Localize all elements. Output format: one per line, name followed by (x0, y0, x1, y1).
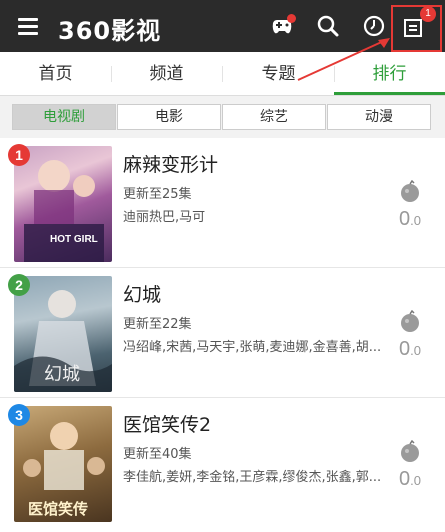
score: 0.0 (399, 208, 421, 230)
poster-caption: 医馆笑传 (28, 500, 89, 518)
score: 0.0 (399, 338, 421, 360)
subtab-tv[interactable]: 电视剧 (12, 104, 116, 130)
active-tab-indicator (334, 92, 445, 95)
rank-badge: 2 (8, 274, 30, 296)
cast-list: 迪丽热巴,马可 (123, 210, 206, 225)
subtab-movie[interactable]: 电影 (117, 104, 221, 130)
cast-list: 冯绍峰,宋茜,马天宇,张萌,麦迪娜,金喜善,胡... (123, 340, 382, 355)
menu-icon[interactable] (18, 15, 40, 37)
rank-badge: 3 (8, 404, 30, 426)
notification-dot (287, 14, 296, 23)
show-title[interactable]: 幻城 (123, 280, 161, 307)
poster-caption: 幻城 (44, 364, 80, 385)
app-bar: 360影视 1 (0, 0, 445, 52)
subtab-variety[interactable]: 综艺 (222, 104, 326, 130)
tab-home[interactable]: 首页 (0, 52, 111, 96)
rank-badge: 1 (8, 144, 30, 166)
update-status: 更新至22集 (123, 317, 192, 332)
history-icon[interactable] (360, 12, 388, 40)
poster-image: 幻城 (14, 276, 112, 392)
app-logo: 360影视 (58, 17, 162, 45)
cast-list: 李佳航,姜妍,李金铭,王彦霖,缪俊杰,张鑫,郭... (123, 470, 382, 485)
poster-caption: HOT GIRL (50, 234, 98, 245)
subtab-anime[interactable]: 动漫 (327, 104, 431, 130)
rating-icon (401, 440, 419, 462)
show-title[interactable]: 医馆笑传2 (123, 410, 211, 437)
ranking-list: HOT GIRL 1 麻辣变形计 更新至25集 迪丽热巴,马可 0.0 幻城 2… (0, 138, 445, 532)
poster-image: HOT GIRL (14, 146, 112, 262)
main-tabs: 首页 频道 专题 排行 (0, 52, 445, 96)
tab-channel[interactable]: 频道 (111, 52, 222, 96)
list-item[interactable]: 医馆笑传 3 医馆笑传2 更新至40集 李佳航,姜妍,李金铭,王彦霖,缪俊杰,张… (0, 398, 445, 528)
score: 0.0 (399, 468, 421, 490)
update-status: 更新至40集 (123, 447, 192, 462)
rating-icon (401, 180, 419, 202)
list-item[interactable]: 幻城 2 幻城 更新至22集 冯绍峰,宋茜,马天宇,张萌,麦迪娜,金喜善,胡..… (0, 268, 445, 398)
poster-image: 医馆笑传 (14, 406, 112, 522)
list-item[interactable]: HOT GIRL 1 麻辣变形计 更新至25集 迪丽热巴,马可 0.0 (0, 138, 445, 268)
category-segment: 电视剧 电影 综艺 动漫 (0, 96, 445, 138)
annotation-highlight-box (391, 5, 442, 52)
update-status: 更新至25集 (123, 187, 192, 202)
show-title[interactable]: 麻辣变形计 (123, 150, 218, 177)
tab-ranking[interactable]: 排行 (334, 52, 445, 96)
tab-topic[interactable]: 专题 (223, 52, 334, 96)
rating-icon (401, 310, 419, 332)
search-icon[interactable] (314, 12, 342, 40)
